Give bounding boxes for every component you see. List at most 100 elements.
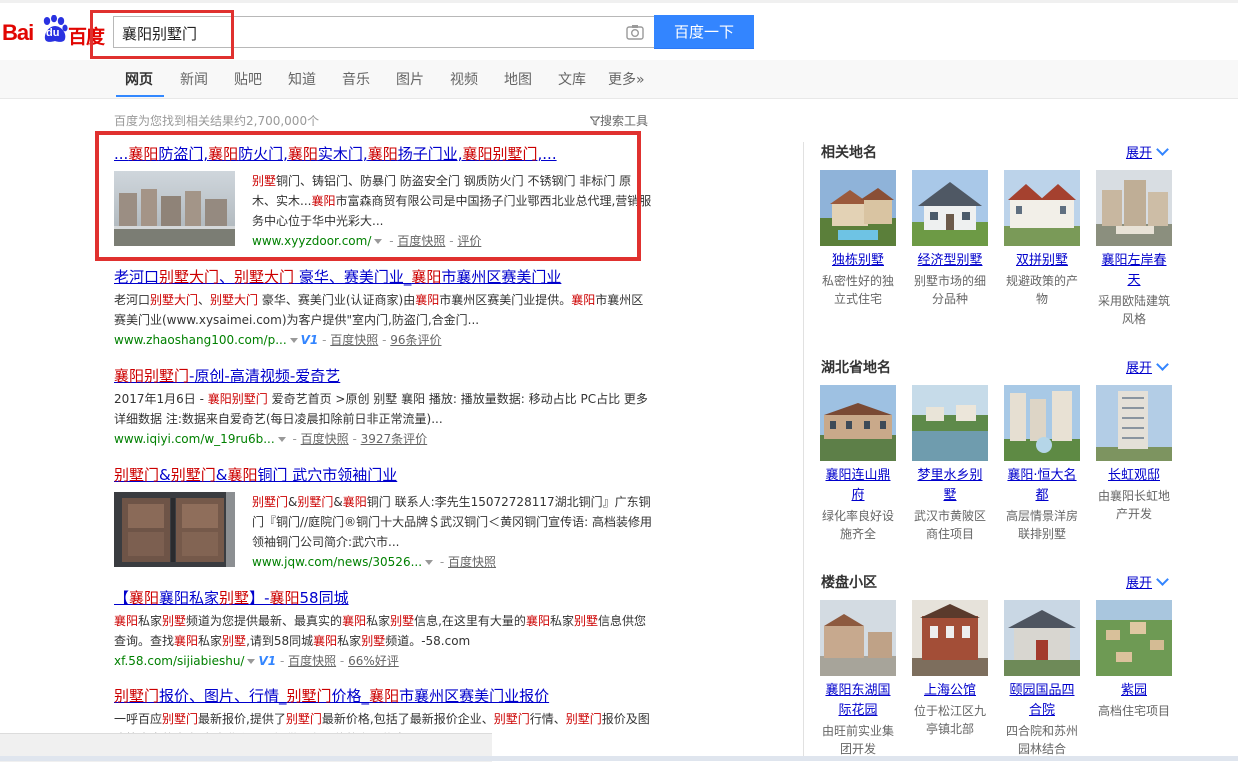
tab-more[interactable]: 更多» — [608, 69, 645, 89]
camera-icon[interactable] — [626, 24, 644, 40]
search-result: 襄阳别墅门-原创-高清视频-爱奇艺 2017年1月6日 - 襄阳别墅门 爱奇艺首… — [114, 366, 654, 449]
result-stats: 百度为您找到相关结果约2,700,000个 — [114, 114, 320, 128]
entity-card[interactable]: 襄阳连山鼎府 绿化率良好设施齐全 — [820, 385, 896, 543]
entity-image[interactable] — [1096, 385, 1172, 461]
entity-image[interactable] — [1004, 600, 1080, 676]
review-link[interactable]: 3927条评价 — [361, 432, 428, 446]
result-url[interactable]: www.zhaoshang100.com/p... — [114, 333, 287, 347]
tab-map[interactable]: 地图 — [504, 69, 532, 89]
entity-card[interactable]: 襄阳·恒大名都 高层情景洋房联排别墅 — [1004, 385, 1080, 543]
annotation-box-result — [95, 131, 641, 261]
entity-card[interactable]: 襄阳东湖国际花园 由旺前实业集团开发 — [820, 600, 896, 758]
dropdown-caret-icon[interactable] — [247, 659, 256, 664]
entity-image[interactable] — [820, 600, 896, 676]
result-title-link[interactable]: 【襄阳襄阳私家别墅】-襄阳58同城 — [114, 588, 654, 608]
entity-image[interactable] — [1096, 170, 1172, 246]
entity-image[interactable] — [912, 170, 988, 246]
result-title-link[interactable]: 别墅门&别墅门&襄阳铜门 武穴市领袖门业 — [114, 465, 654, 485]
entity-image[interactable] — [1004, 385, 1080, 461]
entity-image[interactable] — [912, 385, 988, 461]
entity-name[interactable]: 双拼别墅 — [1004, 251, 1080, 271]
entity-desc: 绿化率良好设施齐全 — [821, 509, 894, 541]
entity-card[interactable]: 紫园 高档住宅项目 — [1096, 600, 1172, 720]
search-result: 【襄阳襄阳私家别墅】-襄阳58同城 襄阳私家别墅频道为您提供最新、最真实的襄阳私… — [114, 588, 654, 671]
entity-desc: 由襄阳长虹地产开发 — [1097, 489, 1170, 521]
entity-desc: 采用欧陆建筑风格 — [1097, 294, 1170, 326]
tab-music[interactable]: 音乐 — [342, 69, 370, 89]
entity-card[interactable]: 梦里水乡别墅 武汉市黄陂区商住项目 — [912, 385, 988, 543]
entity-desc: 位于松江区九亭镇北部 — [913, 704, 986, 736]
tab-video[interactable]: 视频 — [450, 69, 478, 89]
result-thumbnail[interactable] — [114, 492, 235, 567]
taskbar-strip — [0, 756, 1238, 761]
entity-name[interactable]: 梦里水乡别墅 — [912, 466, 988, 506]
result-abstract: 2017年1月6日 - 襄阳别墅门 爱奇艺首页 >原创 别墅 襄阳 播放: 播放… — [114, 392, 648, 426]
tab-tieba[interactable]: 贴吧 — [234, 69, 262, 89]
entity-image[interactable] — [1096, 600, 1172, 676]
entity-card[interactable]: 长虹观邸 由襄阳长虹地产开发 — [1096, 385, 1172, 523]
result-abstract: 一呼百应别墅门最新报价,提供了别墅门最新价格,包括了最新报价企业、别墅门行情、别… — [114, 712, 650, 736]
dropdown-caret-icon[interactable] — [277, 437, 286, 442]
expand-label: 展开 — [1126, 576, 1153, 591]
entity-card[interactable]: 襄阳左岸春天 采用欧陆建筑风格 — [1096, 170, 1172, 328]
search-result: 别墅门报价、图片、行情_别墅门价格_襄阳市襄州区赛美门业报价 一呼百应别墅门最新… — [114, 686, 654, 736]
entity-name[interactable]: 上海公馆 — [912, 681, 988, 701]
v1-badge[interactable]: V1 — [258, 654, 276, 668]
search-result: 老河口别墅大门、别墅大门 豪华、赛美门业_襄阳市襄州区赛美门业 老河口别墅大门、… — [114, 267, 654, 350]
entity-desc: 高层情景洋房联排别墅 — [1005, 509, 1078, 541]
entity-name[interactable]: 襄阳连山鼎府 — [820, 466, 896, 506]
chevron-down-icon — [1156, 143, 1169, 156]
dropdown-caret-icon[interactable] — [289, 338, 298, 343]
entity-name[interactable]: 紫园 — [1096, 681, 1172, 701]
tab-images[interactable]: 图片 — [396, 69, 424, 89]
entity-desc: 由旺前实业集团开发 — [821, 724, 894, 756]
tab-zhidao[interactable]: 知道 — [288, 69, 316, 89]
snapshot-link[interactable]: 百度快照 — [330, 333, 378, 347]
entity-name[interactable]: 颐园国品四合院 — [1004, 681, 1080, 721]
entity-image[interactable] — [1004, 170, 1080, 246]
entity-card[interactable]: 经济型别墅 别墅市场的细分品种 — [912, 170, 988, 308]
logo-text-du: du — [46, 27, 60, 39]
review-link[interactable]: 66%好评 — [348, 654, 399, 668]
column-divider — [803, 142, 804, 761]
active-tab-indicator — [116, 95, 164, 97]
expand-button[interactable]: 展开 — [1126, 572, 1169, 591]
result-url[interactable]: www.jqw.com/news/30526... — [252, 555, 422, 569]
result-title-link[interactable]: 襄阳别墅门-原创-高清视频-爱奇艺 — [114, 366, 654, 386]
entity-desc: 武汉市黄陂区商住项目 — [913, 509, 986, 541]
result-abstract: 老河口别墅大门、别墅大门 豪华、赛美门业(认证商家)由襄阳市襄州区赛美门业提供。… — [114, 293, 644, 327]
search-tools-label: 搜索工具 — [600, 114, 649, 128]
tab-web[interactable]: 网页 — [125, 69, 153, 89]
expand-button[interactable]: 展开 — [1126, 142, 1169, 161]
entity-name[interactable]: 襄阳·恒大名都 — [1004, 466, 1080, 506]
entity-card[interactable]: 颐园国品四合院 四合院和苏州园林结合 — [1004, 600, 1080, 758]
expand-button[interactable]: 展开 — [1126, 357, 1169, 376]
entity-name[interactable]: 长虹观邸 — [1096, 466, 1172, 486]
dropdown-caret-icon[interactable] — [425, 560, 434, 565]
entity-name[interactable]: 经济型别墅 — [912, 251, 988, 271]
entity-name[interactable]: 独栋别墅 — [820, 251, 896, 271]
result-url[interactable]: xf.58.com/sijiabieshu/ — [114, 654, 244, 668]
snapshot-link[interactable]: 百度快照 — [301, 432, 349, 446]
result-url-line: xf.58.com/sijiabieshu/V1 - 百度快照 - 66%好评 — [114, 654, 399, 668]
entity-card[interactable]: 上海公馆 位于松江区九亭镇北部 — [912, 600, 988, 738]
entity-image[interactable] — [912, 600, 988, 676]
result-title-link[interactable]: 别墅门报价、图片、行情_别墅门价格_襄阳市襄州区赛美门业报价 — [114, 686, 654, 706]
search-tools-button[interactable]: 搜索工具 — [589, 112, 649, 129]
section-title-estates: 楼盘小区 — [821, 575, 877, 591]
v1-badge[interactable]: V1 — [301, 333, 319, 347]
entity-name[interactable]: 襄阳东湖国际花园 — [820, 681, 896, 721]
entity-card[interactable]: 独栋别墅 私密性好的独立式住宅 — [820, 170, 896, 308]
snapshot-link[interactable]: 百度快照 — [288, 654, 336, 668]
review-link[interactable]: 96条评价 — [390, 333, 441, 347]
tab-wenku[interactable]: 文库 — [558, 69, 586, 89]
result-url[interactable]: www.iqiyi.com/w_19ru6b... — [114, 432, 275, 446]
snapshot-link[interactable]: 百度快照 — [448, 555, 496, 569]
tab-news[interactable]: 新闻 — [180, 69, 208, 89]
result-title-link[interactable]: 老河口别墅大门、别墅大门 豪华、赛美门业_襄阳市襄州区赛美门业 — [114, 267, 654, 287]
entity-image[interactable] — [820, 170, 896, 246]
entity-image[interactable] — [820, 385, 896, 461]
entity-name[interactable]: 襄阳左岸春天 — [1096, 251, 1172, 291]
entity-card[interactable]: 双拼别墅 规避政策的产物 — [1004, 170, 1080, 308]
search-button[interactable]: 百度一下 — [654, 15, 754, 49]
